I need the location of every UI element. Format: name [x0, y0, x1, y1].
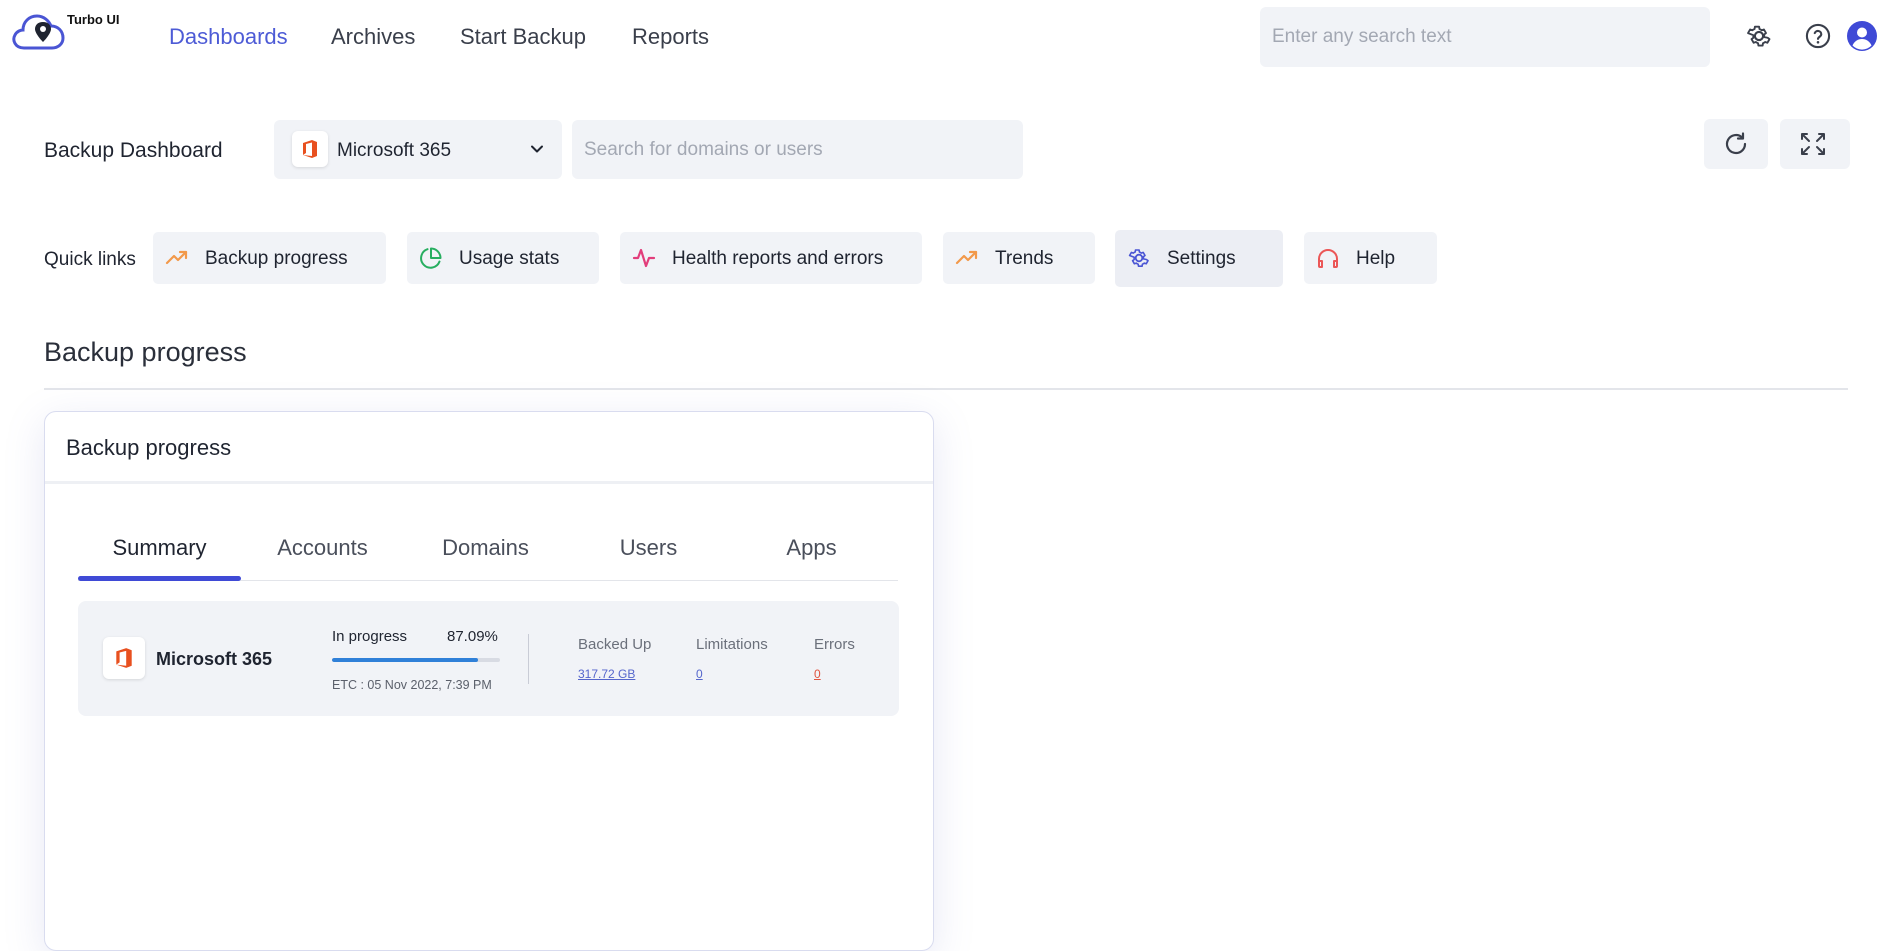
- user-avatar-icon[interactable]: [1846, 20, 1878, 52]
- section-divider: [44, 388, 1848, 390]
- brand-name: Turbo UI: [67, 12, 120, 27]
- fullscreen-button[interactable]: [1780, 119, 1850, 169]
- backup-progress-card: Backup progress Summary Accounts Domains…: [44, 411, 934, 951]
- quick-link-label: Trends: [995, 248, 1054, 269]
- active-tab-indicator: [78, 576, 241, 581]
- global-search-input[interactable]: [1260, 7, 1710, 67]
- progress-status: In progress: [332, 628, 408, 645]
- stat-value-errors[interactable]: 0: [814, 667, 821, 681]
- brand-logo[interactable]: Turbo UI: [10, 10, 120, 58]
- quick-link-usage-stats[interactable]: Usage stats: [407, 232, 599, 284]
- quick-link-label: Help: [1356, 248, 1396, 269]
- activity-icon: [632, 248, 656, 268]
- stat-value-limitations[interactable]: 0: [696, 667, 703, 681]
- top-bar: Turbo UI Dashboards Archives Start Backu…: [0, 0, 1892, 74]
- trending-up-icon: [955, 250, 978, 265]
- quick-links-label: Quick links: [44, 249, 136, 270]
- tab-domains[interactable]: Domains: [404, 535, 567, 561]
- nav-reports[interactable]: Reports: [632, 24, 709, 50]
- quick-link-label: Usage stats: [459, 248, 560, 269]
- trending-up-icon: [165, 250, 188, 265]
- section-title: Backup progress: [44, 337, 247, 367]
- product-select-value: Microsoft 365: [337, 140, 452, 161]
- summary-product-name: Microsoft 365: [156, 649, 273, 669]
- nav-archives[interactable]: Archives: [331, 24, 415, 50]
- headphones-icon: [1318, 249, 1338, 268]
- chevron-down-icon: [531, 145, 543, 153]
- stat-label-backed-up: Backed Up: [578, 636, 652, 653]
- summary-row: Microsoft 365 In progress 87.09% ETC : 0…: [78, 601, 899, 716]
- quick-link-health-reports[interactable]: Health reports and errors: [620, 232, 922, 284]
- quick-link-label: Settings: [1167, 248, 1236, 269]
- microsoft-office-icon: [116, 648, 132, 668]
- pie-chart-icon: [420, 247, 442, 269]
- nav-dashboards[interactable]: Dashboards: [169, 24, 288, 50]
- tab-accounts[interactable]: Accounts: [241, 535, 404, 561]
- quick-link-backup-progress[interactable]: Backup progress: [153, 232, 386, 284]
- progress-bar-fill: [332, 658, 479, 662]
- card-divider: [45, 481, 933, 484]
- tab-summary[interactable]: Summary: [78, 535, 241, 561]
- page-title: Backup Dashboard: [44, 139, 223, 162]
- quick-link-label: Health reports and errors: [672, 248, 884, 269]
- gear-icon[interactable]: [1745, 22, 1773, 50]
- gear-icon: [1128, 249, 1149, 267]
- product-icon-tile: [292, 131, 328, 167]
- quick-link-help[interactable]: Help: [1304, 232, 1437, 284]
- progress-bar: [332, 658, 500, 662]
- cloud-location-icon: [12, 14, 65, 50]
- progress-etc: ETC : 05 Nov 2022, 7:39 PM: [332, 678, 492, 692]
- refresh-button[interactable]: [1704, 119, 1768, 169]
- product-icon-tile: [103, 637, 145, 679]
- quick-link-trends[interactable]: Trends: [943, 232, 1095, 284]
- progress-percent: 87.09%: [447, 628, 498, 645]
- tab-users[interactable]: Users: [567, 535, 730, 561]
- domain-search-input[interactable]: [572, 120, 1023, 179]
- help-circle-icon[interactable]: [1804, 22, 1832, 50]
- stat-value-backed-up[interactable]: 317.72 GB: [578, 667, 635, 681]
- tab-apps[interactable]: Apps: [730, 535, 893, 561]
- quick-link-settings[interactable]: Settings: [1115, 230, 1283, 287]
- card-title: Backup progress: [66, 435, 232, 460]
- fullscreen-icon: [1801, 133, 1825, 155]
- nav-start-backup[interactable]: Start Backup: [460, 24, 586, 50]
- vertical-divider: [528, 634, 529, 684]
- microsoft-office-icon: [303, 140, 317, 158]
- stat-label-limitations: Limitations: [696, 636, 768, 653]
- quick-link-label: Backup progress: [205, 248, 348, 269]
- stat-label-errors: Errors: [814, 636, 855, 653]
- product-select[interactable]: Microsoft 365: [274, 120, 562, 179]
- refresh-icon: [1725, 132, 1747, 155]
